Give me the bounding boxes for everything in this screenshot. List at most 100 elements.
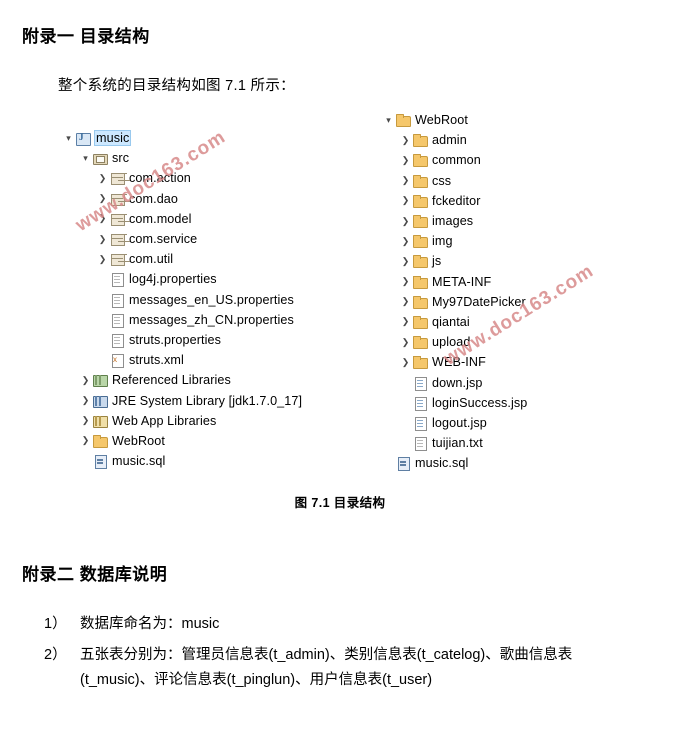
tree-node[interactable]: ▾ src [62, 148, 362, 168]
java-package-icon [109, 231, 126, 247]
tree-node-label: struts.properties [129, 332, 221, 347]
chevron-right-icon[interactable]: ❯ [96, 234, 109, 244]
tree-node[interactable]: · messages_en_US.properties [62, 290, 362, 310]
tree-spacer: · [96, 335, 109, 344]
tree-node-label: struts.xml [129, 353, 184, 368]
tree-node-label: WEB-INF [432, 355, 486, 370]
tree-node[interactable]: ❯ admin [382, 130, 632, 150]
tree-node[interactable]: ❯ Referenced Libraries [62, 370, 362, 390]
chevron-right-icon[interactable]: ❯ [399, 135, 412, 145]
chevron-right-icon[interactable]: ❯ [399, 216, 412, 226]
tree-node[interactable]: ❯ Web App Libraries [62, 411, 362, 431]
tree-node-label: Web App Libraries [112, 413, 217, 428]
chevron-right-icon[interactable]: ❯ [96, 214, 109, 223]
tree-spacer: · [96, 295, 109, 304]
tree-spacer: · [96, 356, 109, 365]
tree-node-label: img [432, 234, 453, 249]
folder-icon [412, 132, 429, 148]
chevron-right-icon[interactable]: ❯ [96, 254, 109, 264]
tree-node[interactable]: · music.sql [62, 451, 362, 471]
tree-node[interactable]: ❯ com.service [62, 229, 362, 249]
tree-node[interactable]: ❯ com.dao [62, 189, 362, 209]
tree-node[interactable]: ❯ js [382, 251, 632, 271]
tree-node[interactable]: ❯ fckeditor [382, 191, 632, 211]
chevron-right-icon[interactable]: ❯ [399, 155, 412, 165]
chevron-right-icon[interactable]: ❯ [399, 277, 412, 286]
jsp-file-icon [412, 415, 429, 431]
project-icon [75, 130, 92, 147]
chevron-right-icon[interactable]: ❯ [399, 297, 412, 306]
tree-spacer: · [96, 315, 109, 324]
tree-node[interactable]: ❯ com.model [62, 209, 362, 229]
figure-caption: 图 7.1 目录结构 [294, 496, 386, 510]
tree-node[interactable]: · log4j.properties [62, 269, 362, 289]
tree-column-right: ▾ WebRoot ❯ admin ❯ common ❯ css ❯ fckeditor ❯ imag… [382, 110, 632, 473]
tree-node[interactable]: ❯ css [382, 171, 632, 191]
tree-node[interactable]: ▾ WebRoot [382, 110, 632, 130]
tree-node-label: logout.jsp [432, 415, 487, 430]
folder-icon [412, 152, 429, 168]
tree-node[interactable]: ❯ WEB-INF [382, 352, 632, 372]
libraries-icon [92, 372, 109, 388]
tree-node-label: com.dao [129, 191, 179, 206]
tree-node-label: messages_en_US.properties [129, 292, 294, 307]
chevron-right-icon[interactable]: ❯ [399, 236, 412, 246]
tree-node[interactable]: · music.sql [382, 453, 632, 473]
tree-node[interactable]: ❯ com.action [62, 168, 362, 188]
xml-file-icon [109, 352, 126, 369]
chevron-right-icon[interactable]: ❯ [96, 173, 109, 183]
chevron-right-icon[interactable]: ❯ [79, 396, 92, 405]
tree-node[interactable]: · struts.properties [62, 330, 362, 350]
tree-node[interactable]: · loginSuccess.jsp [382, 393, 632, 413]
tree-node[interactable]: ❯ img [382, 231, 632, 251]
folder-icon [412, 233, 429, 249]
tree-node[interactable]: ❯ common [382, 150, 632, 170]
tree-node[interactable]: ❯ JRE System Library [jdk1.7.0_17] [62, 390, 362, 410]
appendix-two-title: 附录二 数据库说明 [22, 565, 168, 584]
list-item: 2） 五张表分别为：管理员信息表(t_admin)、类别信息表(t_catelog… [44, 643, 644, 693]
tree-node[interactable]: ▾ music [62, 128, 362, 148]
tree-node-label: admin [432, 133, 467, 148]
tree-spacer: · [399, 398, 412, 407]
source-folder-icon [92, 150, 109, 166]
chevron-down-icon[interactable]: ▾ [79, 153, 92, 163]
tree-node[interactable]: · logout.jsp [382, 413, 632, 433]
chevron-down-icon[interactable]: ▾ [382, 115, 395, 125]
tree-node[interactable]: · tuijian.txt [382, 433, 632, 453]
tree-node-label: js [432, 254, 442, 269]
tree-node[interactable]: · messages_zh_CN.properties [62, 310, 362, 330]
appendix-two-list: 1） 数据库命名为：music 2） 五张表分别为：管理员信息表(t_admin)、类… [44, 612, 644, 699]
tree-node[interactable]: ❯ WebRoot [62, 431, 362, 451]
folder-icon [412, 314, 429, 330]
tree-node[interactable]: ❯ images [382, 211, 632, 231]
tree-node[interactable]: ❯ qiantai [382, 312, 632, 332]
chevron-right-icon[interactable]: ❯ [399, 176, 412, 185]
tree-node[interactable]: ❯ META-INF [382, 272, 632, 292]
tree-node[interactable]: ❯ My97DatePicker [382, 292, 632, 312]
tree-node[interactable]: ❯ upload [382, 332, 632, 352]
chevron-right-icon[interactable]: ❯ [79, 375, 92, 385]
list-item-text: 数据库命名为：music [80, 616, 220, 632]
chevron-right-icon[interactable]: ❯ [399, 317, 412, 326]
tree-node[interactable]: ❯ com.util [62, 249, 362, 269]
tree-node-label: messages_zh_CN.properties [129, 312, 294, 327]
tree-node-label: music [93, 130, 132, 147]
tree-node-label: Referenced Libraries [112, 373, 231, 388]
folder-icon [412, 213, 429, 229]
tree-column-left: ▾music▾src❯com.action❯com.dao❯com.model❯… [62, 128, 362, 471]
chevron-down-icon[interactable]: ▾ [62, 133, 75, 143]
tree-node-label: qiantai [432, 314, 470, 329]
tree-node[interactable]: · down.jsp [382, 372, 632, 392]
chevron-right-icon[interactable]: ❯ [96, 194, 109, 203]
chevron-right-icon[interactable]: ❯ [79, 436, 92, 445]
tree-node[interactable]: · struts.xml [62, 350, 362, 370]
tree-node-label: tuijian.txt [432, 436, 483, 451]
chevron-right-icon[interactable]: ❯ [399, 256, 412, 266]
chevron-right-icon[interactable]: ❯ [399, 337, 412, 347]
chevron-right-icon[interactable]: ❯ [79, 416, 92, 425]
chevron-right-icon[interactable]: ❯ [399, 357, 412, 367]
tree-node-label: My97DatePicker [432, 294, 526, 309]
tree-node-label: music.sql [112, 454, 166, 469]
tree-spacer: · [399, 378, 412, 387]
chevron-right-icon[interactable]: ❯ [399, 196, 412, 205]
